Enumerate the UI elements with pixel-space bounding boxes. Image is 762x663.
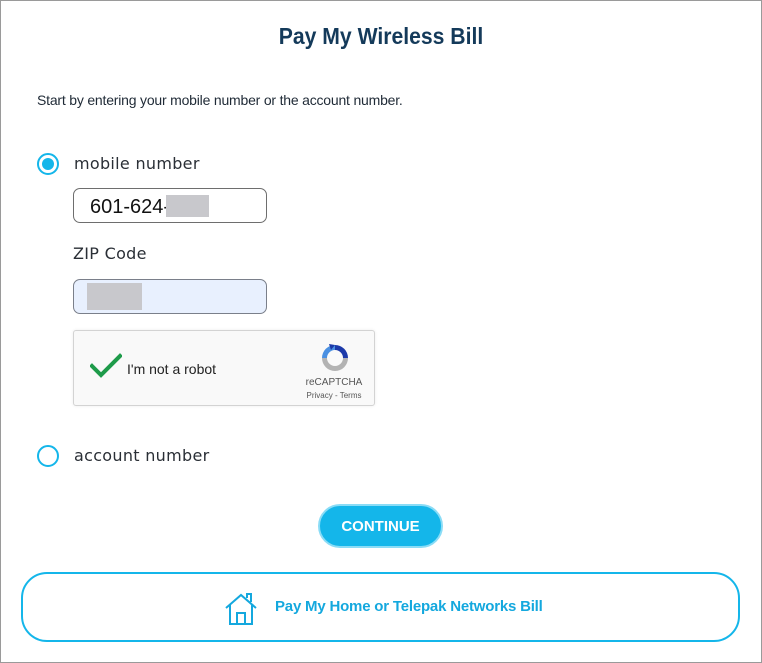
- account-number-label[interactable]: account number: [74, 446, 209, 465]
- page-title: Pay My Wireless Bill: [278, 23, 484, 49]
- continue-button[interactable]: CONTINUE: [318, 504, 443, 548]
- house-icon: [223, 592, 259, 631]
- zip-redacted-value: [87, 283, 142, 310]
- account-number-radio[interactable]: [37, 445, 59, 467]
- recaptcha-brand: reCAPTCHA: [305, 377, 363, 388]
- checkmark-icon[interactable]: [89, 353, 123, 384]
- recaptcha-label: I'm not a robot: [127, 361, 217, 377]
- recaptcha-logo-icon: [319, 342, 351, 379]
- phone-value: 601-624-: [90, 196, 171, 218]
- intro-text: Start by entering your mobile number or …: [37, 92, 403, 108]
- zip-code-label: ZIP Code: [73, 244, 147, 263]
- mobile-number-radio[interactable]: [37, 153, 59, 175]
- mobile-number-label[interactable]: mobile number: [74, 154, 200, 173]
- phone-input[interactable]: 601-624-: [73, 188, 267, 223]
- zip-code-input[interactable]: [73, 279, 267, 314]
- pay-home-bill-button[interactable]: Pay My Home or Telepak Networks Bill: [21, 572, 740, 642]
- recaptcha-widget[interactable]: I'm not a robot reCAPTCHA Privacy - Term…: [73, 330, 375, 406]
- recaptcha-links[interactable]: Privacy - Terms: [296, 391, 372, 400]
- pay-home-bill-label: Pay My Home or Telepak Networks Bill: [275, 598, 543, 615]
- bill-pay-panel: Pay My Wireless Bill Start by entering y…: [0, 0, 762, 663]
- phone-redacted-digits: [166, 195, 209, 217]
